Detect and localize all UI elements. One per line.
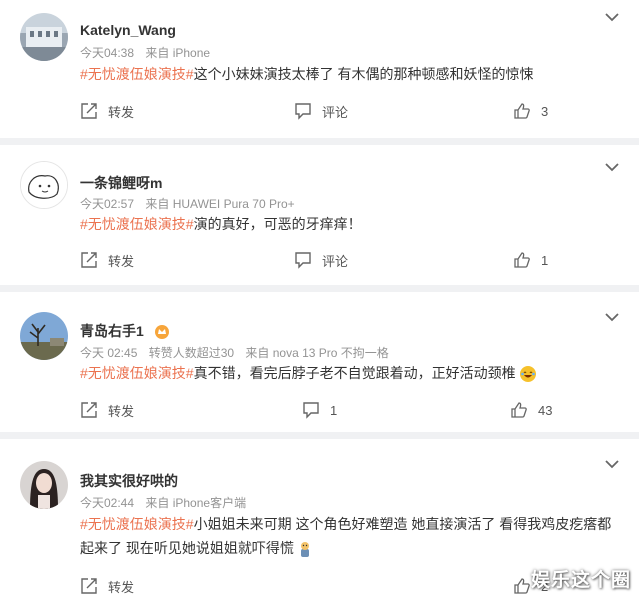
source: 来自 HUAWEI Pura 70 Pro+ bbox=[145, 197, 295, 211]
repost-button[interactable]: 转发 bbox=[80, 398, 134, 422]
chevron-down-icon[interactable] bbox=[605, 12, 619, 22]
username[interactable]: 青岛右手1 bbox=[80, 321, 170, 341]
thumbs-up-icon bbox=[514, 578, 530, 594]
thumbs-up-icon bbox=[514, 103, 530, 119]
timestamp: 今天02:57 bbox=[80, 197, 135, 211]
comment-text: #无忧渡伍娘演技#小姐姐未来可期 这个角色好难塑造 她直接演活了 看得我鸡皮疙瘩… bbox=[80, 512, 620, 560]
repost-count: 转赞人数超过30 bbox=[148, 346, 235, 360]
username[interactable]: Katelyn_Wang bbox=[80, 22, 176, 38]
comment-line: #无忧渡伍娘演技#小姐姐未来可期 这个角色好难塑造 她直接演活了 看得我鸡皮疙瘩… bbox=[80, 516, 612, 532]
repost-icon bbox=[81, 402, 97, 418]
username[interactable]: 一条锦鲤呀m bbox=[80, 173, 162, 193]
comment-button[interactable]: 评论 bbox=[294, 248, 348, 272]
comment-text: #无忧渡伍娘演技#演的真好，可恶的牙痒痒！ bbox=[80, 216, 362, 232]
avatar[interactable] bbox=[20, 312, 68, 360]
timestamp: 今天 02:45 bbox=[80, 346, 138, 360]
action-bar: 转发 评论 1 bbox=[0, 248, 639, 272]
like-button[interactable]: 3 bbox=[513, 99, 548, 123]
action-bar: 转发 1 43 bbox=[0, 398, 639, 422]
source: 来自 iPhone bbox=[145, 46, 211, 60]
action-bar: 转发 评论 3 bbox=[0, 99, 639, 123]
nervous-emoji-icon bbox=[300, 542, 309, 558]
timestamp: 今天04:38 bbox=[80, 46, 135, 60]
topic-tag[interactable]: #无忧渡伍娘演技# bbox=[80, 216, 194, 232]
comment-icon bbox=[295, 252, 311, 269]
watermark: 娱乐这个圈 bbox=[530, 570, 631, 591]
comment-meta: 今天04:38 来自 iPhone bbox=[80, 44, 218, 61]
comment-card: Katelyn_Wang 今天04:38 来自 iPhone #无忧渡伍娘演技#… bbox=[0, 0, 639, 138]
comment-button[interactable]: 1 bbox=[302, 398, 337, 422]
member-crown-icon bbox=[154, 325, 169, 340]
topic-tag[interactable]: #无忧渡伍娘演技# bbox=[80, 516, 194, 532]
thumbs-up-icon bbox=[514, 252, 530, 268]
avatar[interactable] bbox=[20, 13, 68, 61]
like-button[interactable]: 1 bbox=[513, 248, 548, 272]
repost-button[interactable]: 转发 bbox=[80, 574, 134, 598]
like-button[interactable]: 43 bbox=[510, 398, 552, 422]
avatar[interactable] bbox=[20, 161, 68, 209]
username[interactable]: 我其实很好哄的 bbox=[80, 471, 178, 491]
chevron-down-icon[interactable] bbox=[605, 459, 619, 469]
comment-text: #无忧渡伍娘演技#真不错，看完后脖子老不自觉跟着动，正好活动颈椎 bbox=[80, 361, 620, 385]
repost-button[interactable]: 转发 bbox=[80, 99, 134, 123]
comment-meta: 今天02:44 来自 iPhone客户端 bbox=[80, 494, 254, 511]
chevron-down-icon[interactable] bbox=[605, 162, 619, 172]
comment-meta: 今天 02:45 转赞人数超过30 来自 nova 13 Pro 不拘一格 bbox=[80, 344, 397, 361]
comment-card: 一条锦鲤呀m 今天02:57 来自 HUAWEI Pura 70 Pro+ #无… bbox=[0, 145, 639, 285]
repost-icon bbox=[81, 103, 97, 119]
thumbs-up-icon bbox=[511, 402, 527, 418]
comment-meta: 今天02:57 来自 HUAWEI Pura 70 Pro+ bbox=[80, 195, 303, 212]
repost-button[interactable]: 转发 bbox=[80, 248, 134, 272]
repost-icon bbox=[81, 578, 97, 594]
laughing-emoji-icon bbox=[520, 366, 537, 383]
topic-tag[interactable]: #无忧渡伍娘演技# bbox=[80, 365, 194, 381]
comment-text: #无忧渡伍娘演技#这个小妹妹演技太棒了 有木偶的那种顿感和妖怪的惊悚 bbox=[80, 66, 534, 82]
timestamp: 今天02:44 bbox=[80, 496, 135, 510]
comment-card: 青岛右手1 今天 02:45 转赞人数超过30 来自 nova 13 Pro 不… bbox=[0, 292, 639, 432]
topic-tag[interactable]: #无忧渡伍娘演技# bbox=[80, 66, 194, 82]
comment-button[interactable]: 评论 bbox=[294, 99, 348, 123]
source: 来自 iPhone客户端 bbox=[145, 496, 247, 510]
source: 来自 nova 13 Pro 不拘一格 bbox=[245, 346, 389, 360]
comment-icon bbox=[295, 103, 311, 120]
repost-icon bbox=[81, 252, 97, 268]
chevron-down-icon[interactable] bbox=[605, 312, 619, 322]
comment-icon bbox=[303, 402, 319, 419]
avatar[interactable] bbox=[20, 461, 68, 509]
comment-line: 起来了 现在听见她说姐姐就吓得慌 bbox=[80, 536, 620, 560]
